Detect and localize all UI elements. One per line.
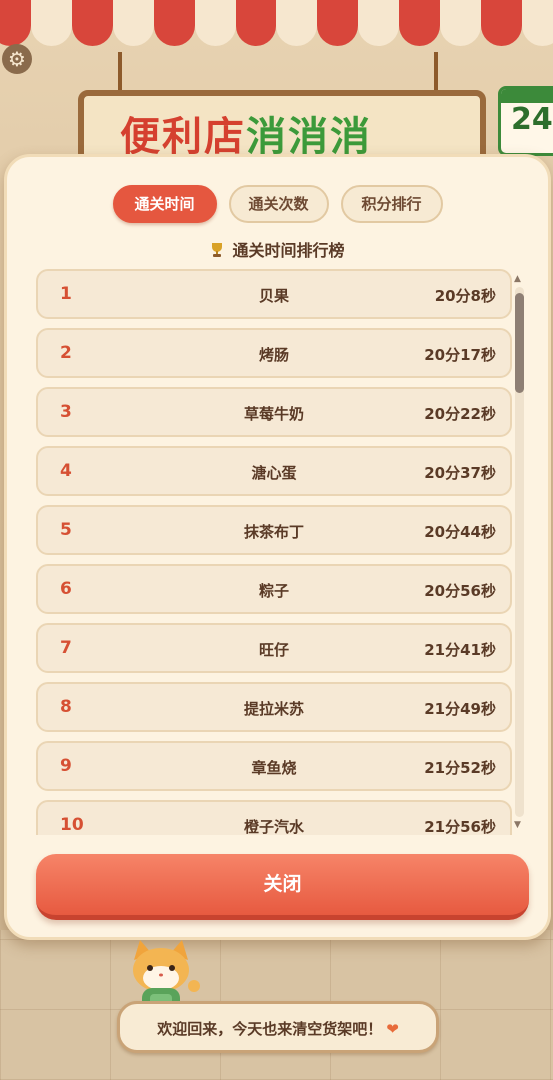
- list-item: 6 粽子 20分56秒: [36, 564, 512, 614]
- clear-time: 21分52秒: [424, 759, 496, 777]
- list-item: 9 章鱼烧 21分52秒: [36, 741, 512, 791]
- leaderboard-modal: 通关时间 通关次数 积分排行 通关时间排行榜 1 贝果 20分8秒 2 烤肠 2…: [4, 154, 551, 940]
- trophy-icon: [210, 241, 224, 260]
- clear-time: 20分17秒: [424, 346, 496, 364]
- gear-icon[interactable]: ⚙: [2, 44, 32, 74]
- calendar-decoration: 24: [498, 86, 553, 156]
- leaderboard-list[interactable]: 1 贝果 20分8秒 2 烤肠 20分17秒 3 草莓牛奶 20分22秒 4 溏…: [36, 269, 512, 835]
- list-item: 2 烤肠 20分17秒: [36, 328, 512, 378]
- heart-icon: ❤: [386, 1020, 399, 1038]
- list-item: 10 橙子汽水 21分56秒: [36, 800, 512, 835]
- list-item: 5 抹茶布丁 20分44秒: [36, 505, 512, 555]
- clear-time: 20分56秒: [424, 582, 496, 600]
- clear-time: 21分41秒: [424, 641, 496, 659]
- store-awning: [0, 0, 553, 58]
- calendar-number: 24: [511, 102, 553, 137]
- tab-clear-count[interactable]: 通关次数: [228, 185, 329, 223]
- list-item: 3 草莓牛奶 20分22秒: [36, 387, 512, 437]
- close-button[interactable]: 关闭: [36, 854, 529, 920]
- scroll-up-arrow-icon[interactable]: ▲: [514, 274, 521, 284]
- clear-time: 21分49秒: [424, 700, 496, 718]
- leaderboard-title: 通关时间排行榜: [7, 237, 548, 261]
- scrollbar-thumb[interactable]: [515, 293, 524, 393]
- clear-time: 20分8秒: [434, 287, 496, 305]
- greeting-banner: 欢迎回来，今天也来清空货架吧！ ❤: [117, 1001, 439, 1053]
- clear-time: 20分44秒: [424, 523, 496, 541]
- list-item: 7 旺仔 21分41秒: [36, 623, 512, 673]
- tab-score-ranking[interactable]: 积分排行: [340, 185, 443, 223]
- leaderboard-title-text: 通关时间排行榜: [232, 241, 345, 260]
- tab-bar: 通关时间 通关次数 积分排行: [7, 185, 548, 223]
- list-item: 4 溏心蛋 20分37秒: [36, 446, 512, 496]
- list-item: 8 提拉米苏 21分49秒: [36, 682, 512, 732]
- greeting-text: 欢迎回来，今天也来清空货架吧！: [157, 1020, 383, 1038]
- clear-time: 20分37秒: [424, 464, 496, 482]
- scroll-down-arrow-icon[interactable]: ▼: [514, 820, 521, 830]
- tab-clear-time[interactable]: 通关时间: [112, 185, 217, 223]
- list-item: 1 贝果 20分8秒: [36, 269, 512, 319]
- clear-time: 20分22秒: [424, 405, 496, 423]
- clear-time: 21分56秒: [424, 818, 496, 835]
